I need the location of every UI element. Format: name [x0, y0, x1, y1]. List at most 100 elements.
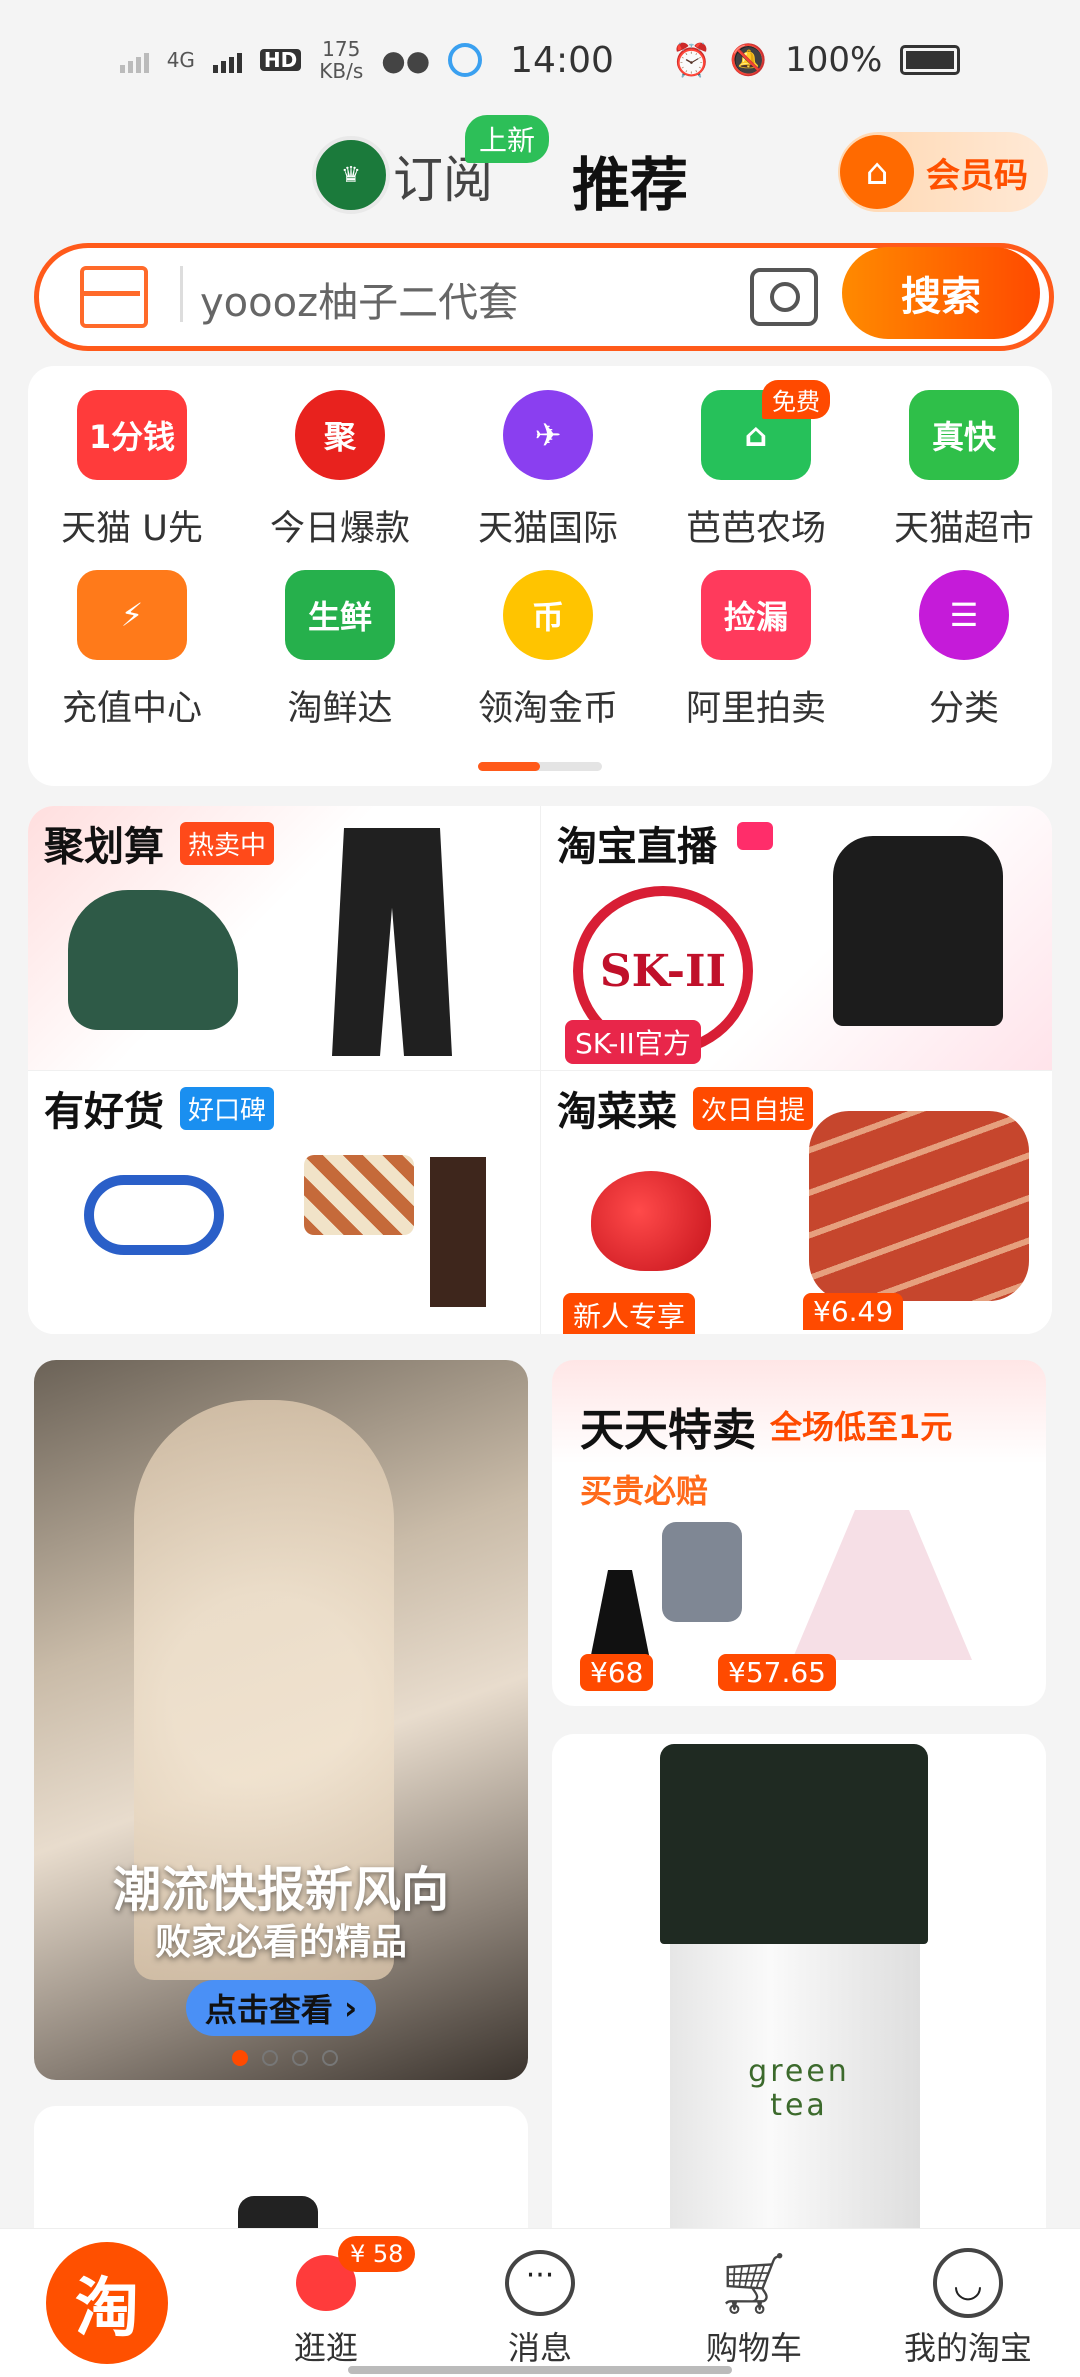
message-icon: ··· [503, 2249, 577, 2317]
alarm-icon: ⏰ [671, 41, 712, 79]
quick-entry-icon: 生鲜 [285, 570, 395, 660]
signal-icon-1 [119, 47, 149, 73]
tab-browse-label: 逛逛 [293, 2329, 358, 2367]
tab-my[interactable]: ◡ 我的淘宝 [868, 2248, 1068, 2369]
network-type: 4G [166, 48, 195, 72]
tab-messages-label: 消息 [507, 2329, 572, 2367]
search-button[interactable]: 搜索 [842, 247, 1040, 339]
quick-entry-label: 天猫超市 [893, 509, 1034, 549]
product-card-green-tea[interactable]: green tea [552, 1734, 1046, 2254]
quick-entry-icon: ☰ [919, 570, 1009, 660]
quick-entry-3[interactable]: ✈ 天猫国际 [448, 390, 648, 551]
speed-unit: KB/s [319, 59, 364, 83]
quick-entry-icon: 币 [503, 570, 593, 660]
time: 14:00 [510, 39, 614, 81]
chevron-right-icon: › [343, 1989, 358, 2027]
free-badge: 免费 [762, 380, 830, 419]
skirt-image [430, 1157, 486, 1307]
quick-entry-7[interactable]: 生鲜 淘鲜达 [240, 570, 440, 731]
quick-entry-label: 阿里拍卖 [685, 689, 826, 729]
scan-icon[interactable] [80, 266, 148, 328]
tab-messages[interactable]: ··· 消息 [440, 2249, 640, 2369]
signal-icon-2 [212, 47, 242, 73]
quick-entry-label: 领淘金币 [477, 689, 618, 729]
carousel-dots [232, 2050, 338, 2066]
quick-entry-label: 芭芭农场 [685, 509, 826, 549]
bottle-label-2: tea [770, 2088, 828, 2123]
quick-entry-label: 今日爆款 [269, 509, 410, 549]
profile-icon: ◡ [931, 2248, 1005, 2318]
battery-icon [900, 45, 961, 75]
quick-entry-icon: 真快 [909, 390, 1019, 480]
view-button[interactable]: 点击查看 › [186, 1980, 376, 2036]
price-tag-1: ¥68 [580, 1654, 654, 1691]
taocaicai-title: 淘菜菜 [557, 1089, 677, 1135]
quick-entry-5[interactable]: 真快 天猫超市 [864, 390, 1064, 551]
quick-entry-label: 天猫 U先 [61, 509, 203, 549]
quick-entry-label: 分类 [928, 689, 999, 729]
price-tag-2: ¥57.65 [718, 1654, 836, 1691]
juhuasuan-title: 聚划算 [44, 824, 164, 870]
grid-page-indicator [478, 762, 602, 771]
haohuo-title: 有好货 [44, 1089, 164, 1135]
quick-entry-8[interactable]: 币领淘金币 [448, 570, 648, 731]
member-code-button[interactable]: ⌂ 会员码 [838, 132, 1048, 212]
daily-subtitle: 全场低至1元 [770, 1408, 953, 1446]
bottle-cap-image [660, 1744, 928, 1944]
live-title: 淘宝直播 [557, 824, 717, 870]
promo-taocaicai[interactable]: 淘菜菜 次日自提 新人专享 ¥6.49 [540, 1070, 1052, 1334]
quick-entry-icon: 捡漏 [701, 570, 811, 660]
hd-icon: HD [259, 49, 302, 71]
juhuasuan-tag: 热卖中 [180, 822, 275, 865]
camera-icon[interactable] [750, 268, 818, 326]
live-bars-icon [737, 822, 773, 850]
quick-entry-4[interactable]: ⌂ 免费 芭芭农场 [656, 380, 856, 551]
bottle-label-1: green [748, 2054, 850, 2089]
home-button[interactable]: 淘 [46, 2242, 168, 2364]
browse-badge: ¥ 58 [338, 2236, 416, 2272]
coiled-cable-image [84, 1175, 224, 1255]
quick-entry-label: 充值中心 [61, 689, 202, 729]
tab-cart[interactable]: 🛒︎ 购物车 [654, 2249, 854, 2369]
dress-black-image [590, 1570, 650, 1660]
quick-entry-9[interactable]: 捡漏 阿里拍卖 [656, 570, 856, 731]
tab-cart-label: 购物车 [705, 2329, 802, 2367]
promo-card: 聚划算 热卖中 淘宝直播 SK-II SK-II官方 有好货 好口碑 淘菜菜 次… [28, 806, 1052, 1334]
cardigan-image [304, 1155, 414, 1235]
network-speed: 175 KB/s [319, 38, 363, 82]
taocaicai-tag: 次日自提 [693, 1087, 814, 1130]
quick-entry-label: 天猫国际 [477, 509, 618, 549]
subscribe-avatar[interactable]: ♛ [312, 136, 390, 214]
sausage-image [809, 1111, 1029, 1301]
live-tag: SK-II官方 [565, 1020, 701, 1064]
new-badge: 上新 [465, 115, 550, 163]
home-indicator [348, 2366, 732, 2374]
quick-entry-10[interactable]: ☰ 分类 [864, 570, 1064, 731]
promo-juhuasuan[interactable]: 聚划算 热卖中 [28, 806, 540, 1070]
sausage-price: ¥6.49 [803, 1293, 904, 1330]
quick-entry-1[interactable]: 1分钱 天猫 U先 [32, 390, 232, 551]
banner-title: 潮流快报新风向 [112, 1862, 449, 1918]
search-input[interactable]: yoooz柚子二代套 [200, 270, 518, 328]
cat-litter-box-image [68, 890, 238, 1030]
status-bar: 4G HD 175 KB/s ●● 14:00 ⏰ 🔕 100% [0, 0, 1080, 120]
strawberry-image [591, 1171, 711, 1271]
fashion-banner[interactable]: 潮流快报新风向 败家必看的精品 点击查看 › [34, 1360, 528, 2080]
dress-pink-image [792, 1510, 972, 1660]
tab-recommend[interactable]: 推荐 [572, 138, 688, 222]
mute-icon: 🔕 [729, 42, 768, 78]
promo-live[interactable]: 淘宝直播 SK-II SK-II官方 [540, 806, 1052, 1070]
wechat-icon: ●● [381, 43, 431, 77]
member-code-label: 会员码 [926, 155, 1028, 196]
quick-entry-2[interactable]: 聚今日爆款 [240, 390, 440, 551]
daily-tag: 买贵必赔 [580, 1472, 709, 1510]
daily-sale-card[interactable]: 天天特卖 全场低至1元 买贵必赔 ¥68 ¥57.65 [552, 1360, 1046, 1706]
app-notify-icon [448, 43, 483, 77]
quick-entry-6[interactable]: ⚡ 充值中心 [32, 570, 232, 731]
daily-title: 天天特卖 [580, 1405, 756, 1456]
pants-image [332, 828, 452, 1056]
haohuo-tag: 好口碑 [180, 1087, 275, 1130]
newcomer-tag: 新人专享 [563, 1293, 696, 1334]
top-gray-image [662, 1522, 742, 1622]
promo-haohuo[interactable]: 有好货 好口碑 [28, 1070, 540, 1334]
